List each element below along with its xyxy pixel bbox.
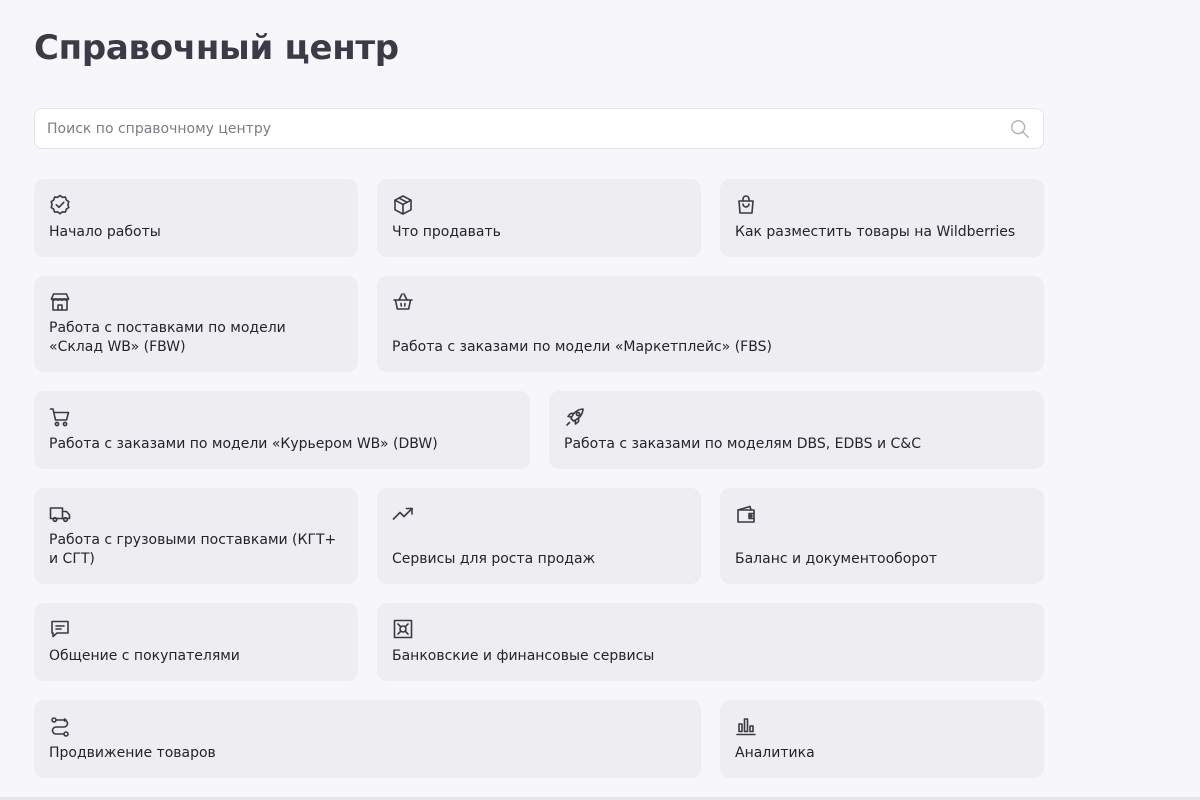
- category-label: Продвижение товаров: [49, 745, 216, 761]
- rocket-icon: [563, 405, 587, 429]
- chat-icon: [48, 617, 72, 641]
- safe-icon: [391, 617, 415, 641]
- page-title: Справочный центр: [34, 28, 399, 68]
- category-tile-dbs[interactable]: Работа с заказами по моделям DBS, EDBS и…: [549, 391, 1044, 469]
- cart-icon: [48, 405, 72, 429]
- category-tile-place-goods[interactable]: Как разместить товары на Wildberries: [720, 179, 1044, 257]
- box-icon: [391, 193, 415, 217]
- category-tile-fbw[interactable]: Работа с поставками по модели «Склад WB»…: [34, 276, 358, 372]
- category-label: Баланс и документооборот: [735, 551, 937, 567]
- category-tile-balance[interactable]: Баланс и документооборот: [720, 488, 1044, 584]
- category-tile-cargo[interactable]: Работа с грузовыми поставками (КГТ+ и СГ…: [34, 488, 358, 584]
- category-label: Общение с покупателями: [49, 648, 240, 664]
- trending-up-icon: [391, 502, 415, 526]
- wallet-icon: [734, 502, 758, 526]
- category-label: Работа с заказами по модели «Курьером WB…: [49, 436, 438, 452]
- category-label: Банковские и финансовые сервисы: [392, 648, 655, 664]
- category-label: Работа с заказами по модели «Маркетплейс…: [392, 339, 772, 355]
- basket-icon: [391, 290, 415, 314]
- category-tile-dbw[interactable]: Работа с заказами по модели «Курьером WB…: [34, 391, 530, 469]
- category-tile-banking[interactable]: Банковские и финансовые сервисы: [377, 603, 1044, 681]
- search-icon[interactable]: [1009, 118, 1031, 140]
- category-tile-analytics[interactable]: Аналитика: [720, 700, 1044, 778]
- category-tile-promotion[interactable]: Продвижение товаров: [34, 700, 701, 778]
- category-label: Работа с заказами по моделям DBS, EDBS и…: [564, 436, 921, 452]
- category-label: Сервисы для роста продаж: [392, 551, 596, 567]
- category-label: Работа с грузовыми поставками (КГТ+ и СГ…: [49, 532, 337, 567]
- bar-chart-icon: [734, 714, 758, 738]
- category-tile-fbs[interactable]: Работа с заказами по модели «Маркетплейс…: [377, 276, 1044, 372]
- search-box: [34, 108, 1044, 149]
- category-label: Работа с поставками по модели «Склад WB»…: [49, 320, 286, 355]
- warehouse-icon: [48, 290, 72, 314]
- route-icon: [48, 714, 72, 738]
- truck-icon: [48, 502, 72, 526]
- category-label: Начало работы: [49, 224, 161, 240]
- shopping-bag-icon: [734, 193, 758, 217]
- category-tile-buyers[interactable]: Общение с покупателями: [34, 603, 358, 681]
- badge-check-icon: [48, 193, 72, 217]
- category-tile-growth[interactable]: Сервисы для роста продаж: [377, 488, 701, 584]
- category-tile-getting-started[interactable]: Начало работы: [34, 179, 358, 257]
- category-label: Аналитика: [735, 745, 815, 761]
- category-label: Что продавать: [392, 224, 501, 240]
- category-label: Как разместить товары на Wildberries: [735, 224, 1016, 240]
- category-tile-what-to-sell[interactable]: Что продавать: [377, 179, 701, 257]
- search-input[interactable]: [35, 109, 995, 148]
